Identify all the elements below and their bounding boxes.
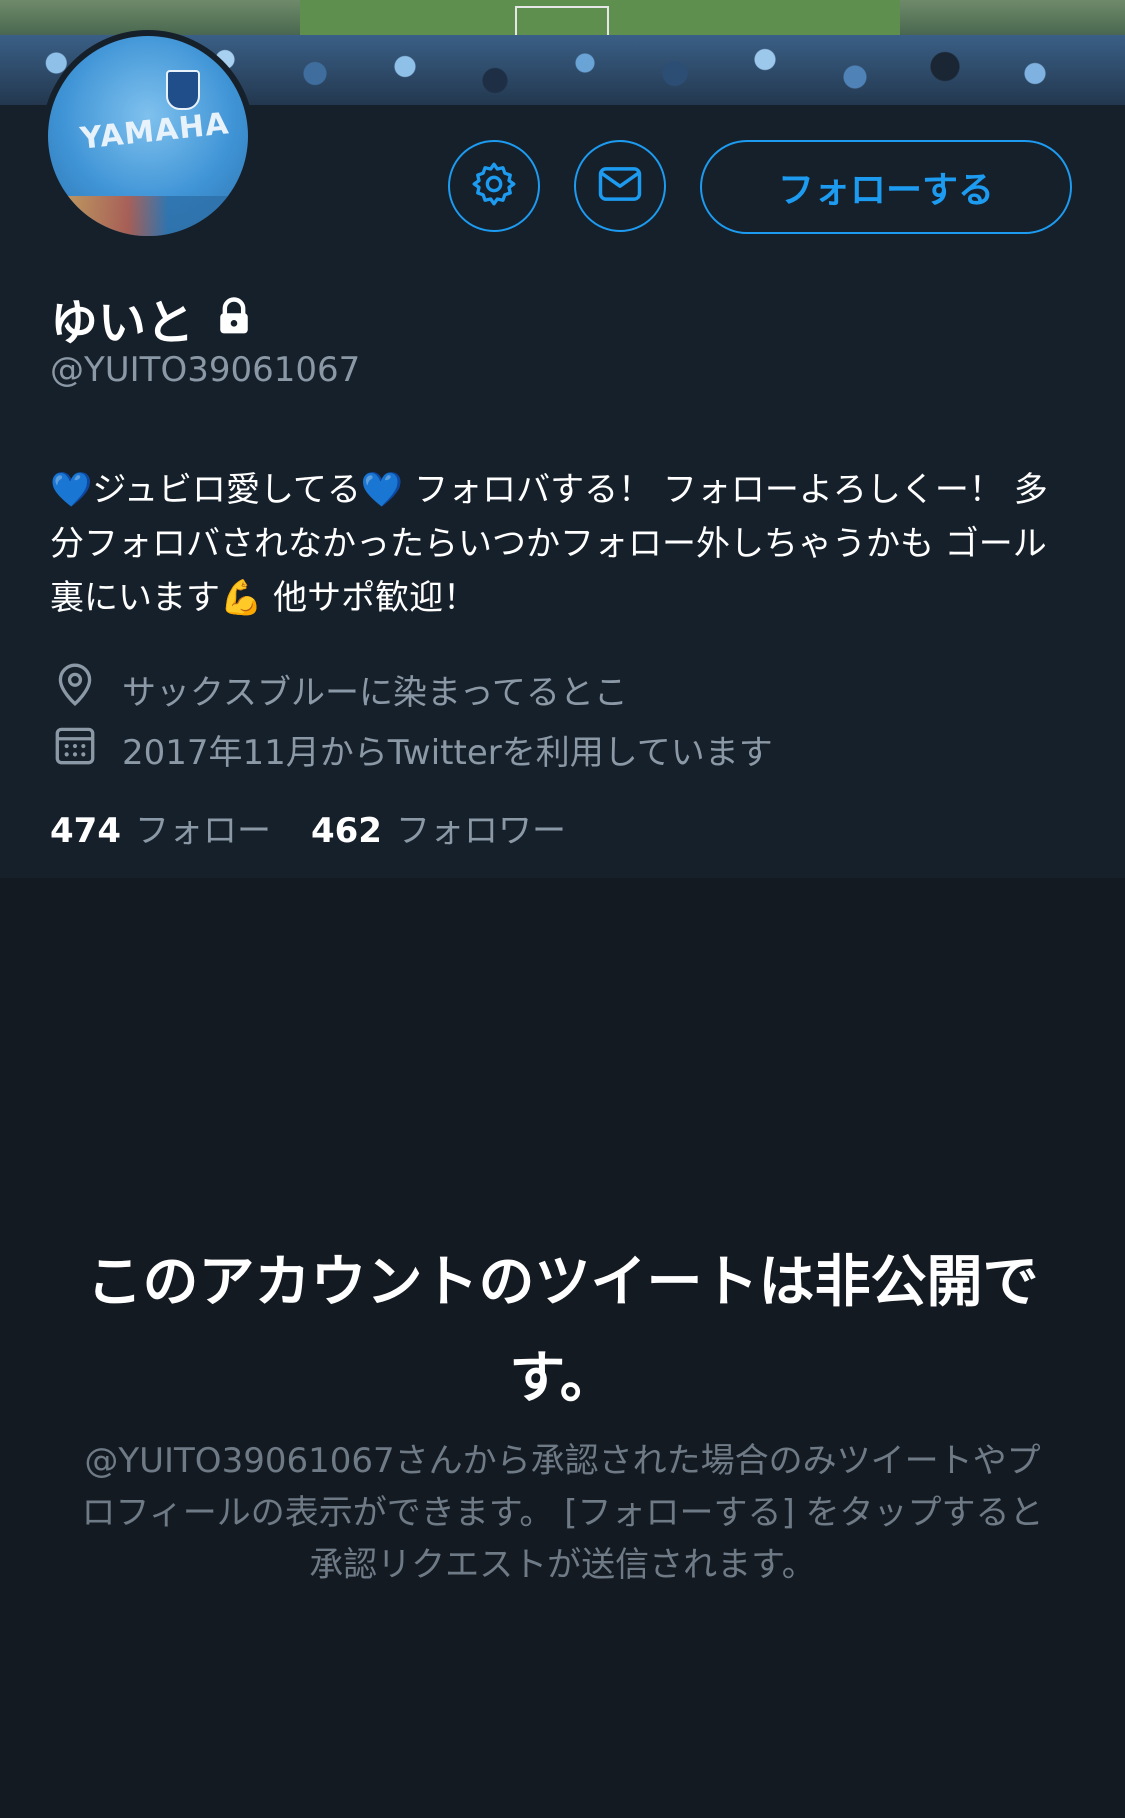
avatar[interactable]: YAMAHA xyxy=(42,30,254,242)
following-count[interactable]: 474 xyxy=(50,811,121,851)
follow-button[interactable]: フォローする xyxy=(700,140,1072,234)
following-label[interactable]: フォロー xyxy=(135,803,271,852)
avatar-jersey-logo: YAMAHA xyxy=(78,106,231,157)
message-button[interactable] xyxy=(574,140,666,232)
gear-icon xyxy=(469,159,519,213)
location-text: サックスブルーに染まってるとこ xyxy=(122,673,628,713)
lock-icon xyxy=(212,294,256,342)
joined-row: 2017年11月からTwitterを利用しています xyxy=(50,720,773,779)
private-account-description: @YUITO39061067さんから承認された場合のみツイートやプロフィールの表… xyxy=(81,1441,1044,1585)
profile-bio: 💙ジュビロ愛してる💙 フォロバする！ フォローよろしくー！ 多分フォロバされなか… xyxy=(50,470,1048,618)
joined-text: 2017年11月からTwitterを利用しています xyxy=(122,733,773,773)
username: @YUITO39061067 xyxy=(50,350,361,390)
banner-goal xyxy=(515,6,609,36)
avatar-fabric xyxy=(48,196,248,236)
display-name: ゆいと xyxy=(50,295,195,351)
settings-button[interactable] xyxy=(448,140,540,232)
avatar-image: YAMAHA xyxy=(48,36,248,236)
location-icon xyxy=(50,660,100,719)
follow-stats: 474 フォロー 462 フォロワー xyxy=(50,803,566,852)
name-row: ゆいと xyxy=(50,283,256,353)
mail-icon xyxy=(594,158,646,214)
followers-count[interactable]: 462 xyxy=(311,811,382,851)
avatar-crest xyxy=(166,70,200,110)
calendar-icon xyxy=(50,720,100,779)
followers-label[interactable]: フォロワー xyxy=(396,803,566,852)
location-row: サックスブルーに染まってるとこ xyxy=(50,660,628,719)
private-account-title: このアカウントのツイートは非公開です。 xyxy=(86,1250,1039,1411)
